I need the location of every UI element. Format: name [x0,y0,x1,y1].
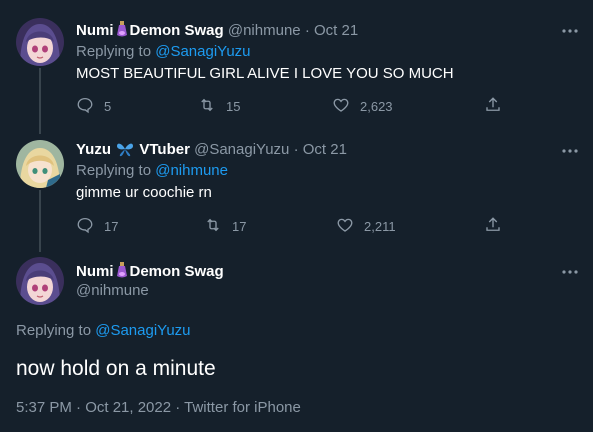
heart-icon [336,216,354,237]
more-icon[interactable] [561,22,579,40]
heart-icon [332,96,350,117]
replying-prefix: Replying to [16,322,92,339]
avatar[interactable] [16,18,64,66]
replying-to-link[interactable]: @SanagiYuzu [95,322,190,339]
separator: · [304,22,310,39]
user-handle[interactable]: @nihmune [76,281,149,301]
user-handle[interactable]: @nihmune [228,22,301,39]
reply-icon [76,216,94,237]
replying-prefix: Replying to [76,162,152,179]
replying-to-link[interactable]: @nihmune [155,162,228,179]
tweet-text: gimme ur coochie rn [76,184,212,201]
more-icon[interactable] [561,142,579,160]
replying-to: Replying to @SanagiYuzu [16,321,191,341]
share-icon [484,96,502,117]
retweet-button[interactable]: 17 [204,216,246,237]
tweet-actions: 5 15 2,623 [76,96,506,116]
display-name-suffix[interactable]: Demon Swag [130,263,224,280]
tweet[interactable]: Numi Demon Swag @nihmune · Oct 21 Replyin… [0,0,593,130]
separator: · [293,141,299,158]
reply-icon [76,96,94,117]
retweet-icon [198,96,216,117]
more-icon[interactable] [561,263,579,281]
display-name[interactable]: Yuzu [76,141,111,158]
tweet[interactable]: Yuzu VTuber @SanagiYuzu · Oct 21 Replyin… [0,128,593,248]
like-count: 2,623 [360,99,393,114]
retweet-count: 15 [226,99,241,114]
tweet-actions: 17 17 2,211 [76,216,506,236]
tweet-header: Yuzu VTuber @SanagiYuzu · Oct 21 [76,140,347,163]
potion-emoji-icon [115,20,129,44]
display-name-part1[interactable]: Numi [76,263,114,280]
share-button[interactable] [484,96,502,117]
butterfly-emoji-icon [116,141,134,163]
avatar[interactable] [16,257,64,305]
reply-button[interactable]: 5 [76,96,111,117]
like-button[interactable]: 2,623 [332,96,393,117]
tweet-date[interactable]: Oct 21 [314,22,358,39]
display-name-suffix[interactable]: VTuber [139,141,190,158]
display-name-suffix[interactable]: Demon Swag [130,22,224,39]
retweet-button[interactable]: 15 [198,96,240,117]
replying-to: Replying to @SanagiYuzu [76,42,251,62]
like-button[interactable]: 2,211 [336,216,396,237]
avatar[interactable] [16,140,64,188]
tweet-text: MOST BEAUTIFUL GIRL ALIVE I LOVE YOU SO … [76,65,454,82]
replying-to-link[interactable]: @SanagiYuzu [155,43,250,60]
display-name[interactable]: Numi [76,22,114,39]
retweet-count: 17 [232,219,247,234]
share-button[interactable] [484,216,502,237]
retweet-icon [204,216,222,237]
like-count: 2,211 [364,219,396,234]
share-icon [484,216,502,237]
user-handle[interactable]: @SanagiYuzu [194,141,289,158]
reply-count: 17 [104,219,119,234]
tweet-date[interactable]: Oct 21 [303,141,347,158]
tweet-text: now hold on a minute [16,357,216,380]
replying-to: Replying to @nihmune [76,161,228,181]
tweet-header: Numi Demon Swag @nihmune · Oct 21 [76,20,358,44]
tweet-meta[interactable]: 5:37 PM · Oct 21, 2022 · Twitter for iPh… [16,398,301,418]
reply-button[interactable]: 17 [76,216,118,237]
reply-count: 5 [104,99,112,114]
replying-prefix: Replying to [76,43,152,60]
